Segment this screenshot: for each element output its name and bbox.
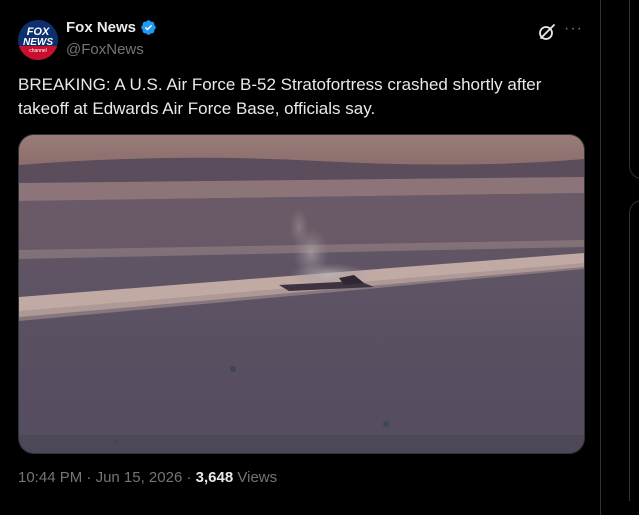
tweet-photo[interactable] xyxy=(18,134,585,454)
tweet-article[interactable]: FOX NEWS channel Fox News @FoxNews ··· B… xyxy=(0,0,600,515)
author-display-name[interactable]: Fox News xyxy=(66,19,136,36)
tweet-time[interactable]: 10:44 PM xyxy=(18,469,82,486)
author-name-row[interactable]: Fox News xyxy=(66,19,157,36)
avatar-news-text: NEWS xyxy=(23,37,53,48)
verified-badge-icon[interactable] xyxy=(140,19,157,36)
meta-separator-2: · xyxy=(186,469,192,486)
sidebar-card-edge xyxy=(629,0,639,179)
views-count: 3,648 xyxy=(195,469,234,486)
tweet-text: BREAKING: A U.S. Air Force B-52 Stratofo… xyxy=(18,75,542,118)
fox-news-logo-icon: FOX NEWS channel xyxy=(18,20,58,60)
views-label: Views xyxy=(237,469,278,486)
crash-site-photo xyxy=(19,135,584,453)
sidebar-card-edge-2 xyxy=(629,200,639,501)
avatar-channel-text: channel xyxy=(29,48,47,54)
author-handle[interactable]: @FoxNews xyxy=(66,41,144,58)
tweet-date[interactable]: Jun 15, 2026 xyxy=(96,469,183,486)
meta-separator: · xyxy=(86,469,92,486)
more-options-icon[interactable]: ··· xyxy=(564,19,584,39)
tweet-meta: 10:44 PM · Jun 15, 2026 · 3,648 Views xyxy=(18,469,277,486)
grok-icon[interactable] xyxy=(537,22,557,42)
fox-news-avatar[interactable]: FOX NEWS channel xyxy=(18,20,58,60)
column-divider xyxy=(600,0,601,515)
